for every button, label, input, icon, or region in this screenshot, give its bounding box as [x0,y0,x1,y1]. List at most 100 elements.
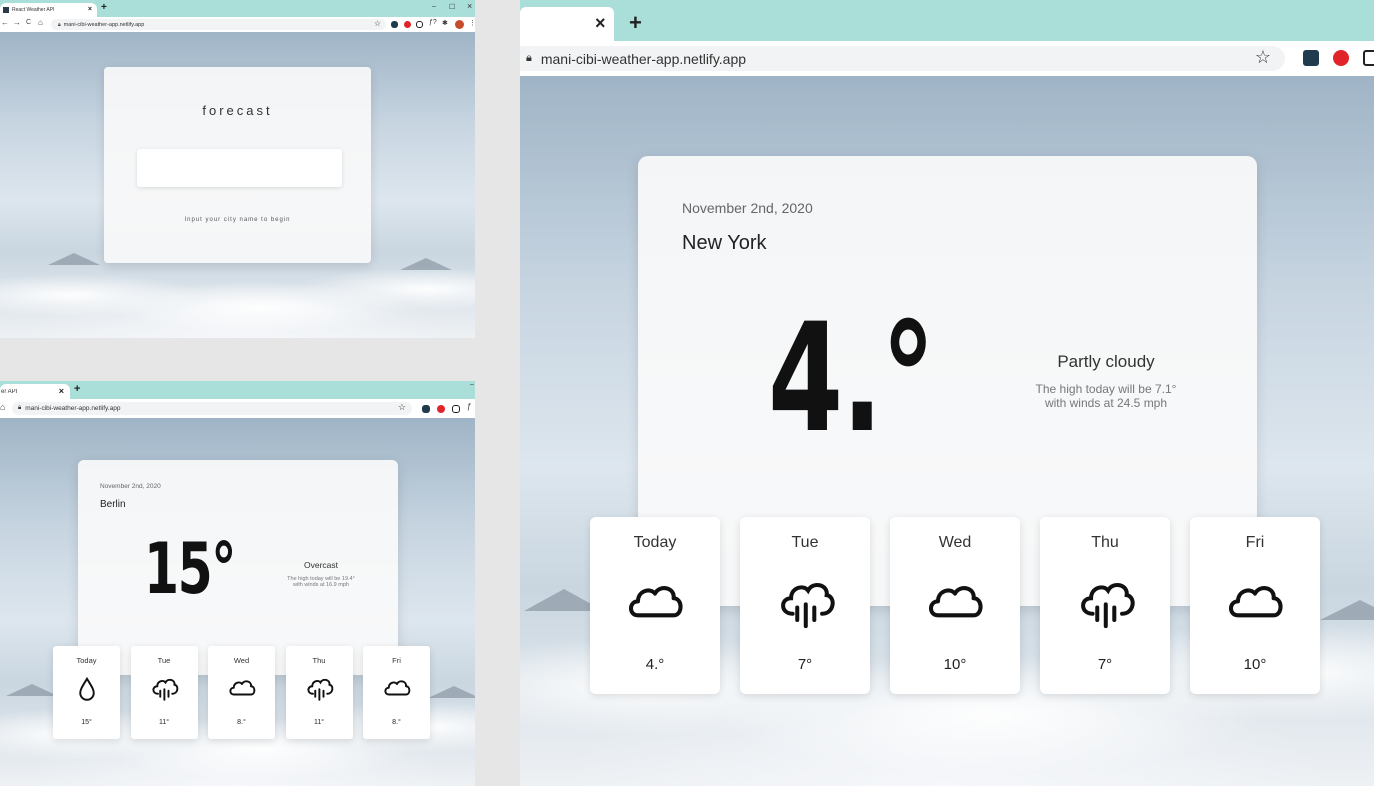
city-name: New York [682,232,767,254]
reload-icon[interactable]: C [26,19,31,26]
tab-title: React Weather API [12,7,55,13]
forecast-card: Tue 7° [740,517,870,694]
lock-icon: 🔒︎ [18,405,22,411]
new-tab-button[interactable]: + [74,383,80,395]
react-icon[interactable] [391,21,398,28]
cloud-icon [1190,575,1320,631]
lock-icon: 🔒︎ [526,52,532,64]
condition-block: Overcast The high today will be 19.4° wi… [271,560,371,588]
cloud-icon [208,675,275,702]
condition-name: Overcast [303,560,338,570]
opera-icon[interactable] [1333,50,1349,66]
minimize-button[interactable]: – [432,3,436,10]
puzzle-icon[interactable]: ✱ [442,19,448,27]
berlin-weather-window: er API × + – ⌂ 🔒︎ mani-cibi-weather-app.… [0,381,475,786]
condition-desc-line: with winds at 16.9 mph [293,582,349,588]
forecast-card: Today 4.° [590,517,720,694]
tab-react-weather[interactable]: React Weather API × [0,3,97,17]
forecast-day: Today [633,534,677,551]
tab-react-weather[interactable]: × [520,7,614,41]
forecast-card: Today 15° [53,646,120,739]
rain-cloud-icon [1040,575,1170,631]
mountain-peak [428,686,475,698]
lock-icon: 🔒︎ [58,21,61,28]
star-icon[interactable]: ☆ [398,402,406,413]
notion-icon[interactable] [416,21,423,28]
rain-cloud-icon [131,675,198,702]
forecast-card: Wed 8.° [208,646,275,739]
address-text: mani-cibi-weather-app.netlify.app [25,405,121,412]
forward-icon[interactable]: → [13,18,21,27]
drop-icon [53,675,120,702]
browser-toolbar: 🔒︎ mani-cibi-weather-app.netlify.app ☆ [520,41,1374,76]
forecast-day: Tue [157,656,171,665]
close-tab-icon[interactable]: × [88,6,92,13]
rain-cloud-icon [286,675,353,702]
forecast-temp: 7° [797,656,813,673]
mountain-peak [400,258,452,270]
home-icon[interactable]: ⌂ [0,402,5,412]
forecast-day: Fri [1245,534,1265,551]
tab-strip: er API × + – [0,381,475,399]
forecast-day: Wed [938,534,972,551]
profile-avatar[interactable] [455,20,464,29]
close-tab-icon[interactable]: × [595,13,606,34]
condition-name: Partly cloudy [1057,352,1155,371]
minimize-button[interactable]: – [470,381,474,388]
forecast-temp: 10° [943,656,967,673]
address-bar[interactable]: 🔒︎ mani-cibi-weather-app.netlify.app ☆ [12,402,412,415]
menu-icon[interactable]: ⋮ [469,19,475,27]
mountain-peak [6,684,58,696]
hint-text: Input your city name to begin [184,217,291,223]
react-icon[interactable] [422,405,430,413]
mountain-peak [1320,600,1374,620]
react-icon[interactable] [1303,50,1319,66]
opera-icon[interactable] [437,405,445,413]
brand-title: forecast [202,103,273,118]
forecast-temp: 8.° [392,719,401,726]
window-close-button[interactable]: × [467,1,472,11]
favicon-icon [3,7,9,13]
ruby-icon[interactable]: ƒ? [429,19,437,26]
cloud-icon [590,575,720,631]
city-search-input[interactable] [137,149,342,187]
condition-desc-line: The high today will be 7.1° [1035,382,1177,396]
forecast-day: Fri [392,656,401,665]
close-tab-icon[interactable]: × [59,386,64,396]
date-text: November 2nd, 2020 [682,200,813,216]
maximize-button[interactable]: ☐ [449,3,455,11]
ruby-icon[interactable]: ƒ [467,402,471,411]
notion-icon[interactable] [452,405,460,413]
forecast-day: Tue [791,534,819,551]
address-text: mani-cibi-weather-app.netlify.app [540,50,747,67]
address-bar[interactable]: 🔒︎ mani-cibi-weather-app.netlify.app ☆ [51,19,386,30]
forecast-card: Fri 8.° [363,646,430,739]
forecast-card: Fri 10° [1190,517,1320,694]
tab-title: er API [1,388,18,395]
date-text: November 2nd, 2020 [100,483,161,490]
newyork-weather-window: × + 🔒︎ mani-cibi-weather-app.netlify.app… [520,0,1374,786]
forecast-card: Tue 11° [130,646,198,739]
weather-card: November 2nd, 2020 Berlin 15° Overcast T… [78,460,398,675]
notion-icon[interactable] [1363,50,1374,66]
forecast-temp: 4.° [645,656,665,673]
new-tab-button[interactable]: + [101,2,107,13]
opera-icon[interactable] [404,21,411,28]
forecast-card: Thu 7° [1040,517,1170,694]
star-icon[interactable]: ☆ [1255,47,1271,68]
condition-block: Partly cloudy The high today will be 7.1… [1008,352,1204,410]
back-icon[interactable]: ← [1,18,9,27]
star-icon[interactable]: ☆ [374,19,381,28]
forecast-day: Wed [233,656,250,665]
address-bar[interactable]: 🔒︎ mani-cibi-weather-app.netlify.app ☆ [520,46,1285,71]
cloud-icon [363,675,430,702]
forecast-day: Thu [1091,534,1119,551]
tab-react-weather[interactable]: er API × [0,384,70,399]
forecast-temp: 8.° [237,719,246,726]
tab-strip: × + [520,0,1374,41]
forecast-card: Wed 10° [890,517,1020,694]
home-icon[interactable]: ⌂ [38,18,43,27]
forecast-day: Thu [312,656,326,665]
new-tab-button[interactable]: + [629,10,642,36]
tab-strip: React Weather API × + – ☐ × [0,0,475,17]
